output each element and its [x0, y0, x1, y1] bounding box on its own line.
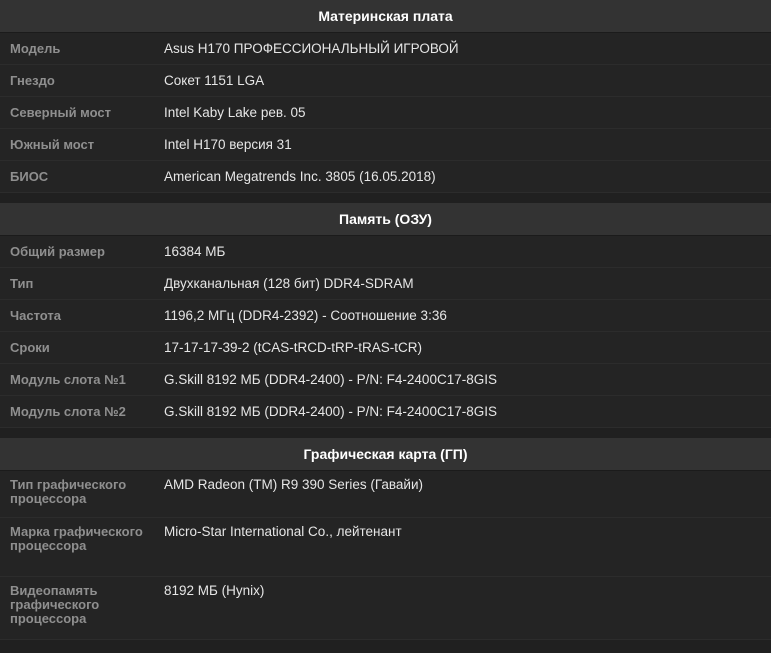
- info-row: Модуль слота №1 G.Skill 8192 МБ (DDR4-24…: [0, 364, 771, 396]
- row-label: Марка графического процессора: [10, 524, 143, 553]
- section-header: Материнская плата: [0, 0, 771, 33]
- row-value: Micro-Star International Co., лейтенант: [164, 524, 402, 539]
- info-row: Модуль слота №2 G.Skill 8192 МБ (DDR4-24…: [0, 396, 771, 428]
- row-value: 16384 МБ: [164, 244, 226, 259]
- section-header: Память (ОЗУ): [0, 203, 771, 236]
- row-label: Общий размер: [10, 244, 105, 259]
- row-label: Модуль слота №1: [10, 372, 126, 387]
- section-gap: [0, 428, 771, 438]
- info-row: Сроки 17-17-17-39-2 (tCAS-tRCD-tRP-tRAS-…: [0, 332, 771, 364]
- row-label: Сроки: [10, 340, 50, 355]
- section-header: Графическая карта (ГП): [0, 438, 771, 471]
- row-label: Модуль слота №2: [10, 404, 126, 419]
- row-value: Asus H170 ПРОФЕССИОНАЛЬНЫЙ ИГРОВОЙ: [164, 41, 459, 56]
- row-label: Северный мост: [10, 105, 111, 120]
- row-label: Тип графического процессора: [10, 477, 127, 506]
- row-value: AMD Radeon (TM) R9 390 Series (Гавайи): [164, 477, 423, 492]
- row-value: Intel H170 версия 31: [164, 137, 292, 152]
- row-label: Частота: [10, 308, 62, 323]
- motherboard-section: Материнская плата Модель Asus H170 ПРОФЕ…: [0, 0, 771, 193]
- row-label: Южный мост: [10, 137, 95, 152]
- row-value: G.Skill 8192 МБ (DDR4-2400) - P/N: F4-24…: [164, 372, 497, 387]
- info-row: Тип Двухканальная (128 бит) DDR4-SDRAM: [0, 268, 771, 300]
- info-row: Частота 1196,2 МГц (DDR4-2392) - Соотнош…: [0, 300, 771, 332]
- info-row: Северный мост Intel Kaby Lake рев. 05: [0, 97, 771, 129]
- section-gap: [0, 193, 771, 203]
- row-label: Гнездо: [10, 73, 55, 88]
- info-row: БИОС American Megatrends Inc. 3805 (16.0…: [0, 161, 771, 193]
- memory-section: Память (ОЗУ) Общий размер 16384 МБ Тип Д…: [0, 203, 771, 428]
- row-value: Сокет 1151 LGA: [164, 73, 265, 88]
- info-row: Марка графического процессора Micro-Star…: [0, 518, 771, 577]
- info-row: Модель Asus H170 ПРОФЕССИОНАЛЬНЫЙ ИГРОВО…: [0, 33, 771, 65]
- info-row: Видеопамять графического процессора 8192…: [0, 577, 771, 640]
- system-info-page: Материнская плата Модель Asus H170 ПРОФЕ…: [0, 0, 771, 653]
- info-row: Общий размер 16384 МБ: [0, 236, 771, 268]
- row-value: Intel Kaby Lake рев. 05: [164, 105, 306, 120]
- row-label: Видеопамять графического процессора: [10, 583, 100, 626]
- row-label: Тип: [10, 276, 34, 291]
- row-value: 17-17-17-39-2 (tCAS-tRCD-tRP-tRAS-tCR): [164, 340, 423, 355]
- info-row: Тип графического процессора AMD Radeon (…: [0, 471, 771, 518]
- row-value: G.Skill 8192 МБ (DDR4-2400) - P/N: F4-24…: [164, 404, 497, 419]
- row-label: Модель: [10, 41, 61, 56]
- row-value: 8192 МБ (Hynix): [164, 583, 265, 598]
- row-value: Двухканальная (128 бит) DDR4-SDRAM: [164, 276, 414, 291]
- row-value: American Megatrends Inc. 3805 (16.05.201…: [164, 169, 436, 184]
- row-label: БИОС: [10, 169, 49, 184]
- info-row: Южный мост Intel H170 версия 31: [0, 129, 771, 161]
- gpu-section: Графическая карта (ГП) Тип графического …: [0, 438, 771, 640]
- info-row: Гнездо Сокет 1151 LGA: [0, 65, 771, 97]
- row-value: 1196,2 МГц (DDR4-2392) - Соотношение 3:3…: [164, 308, 447, 323]
